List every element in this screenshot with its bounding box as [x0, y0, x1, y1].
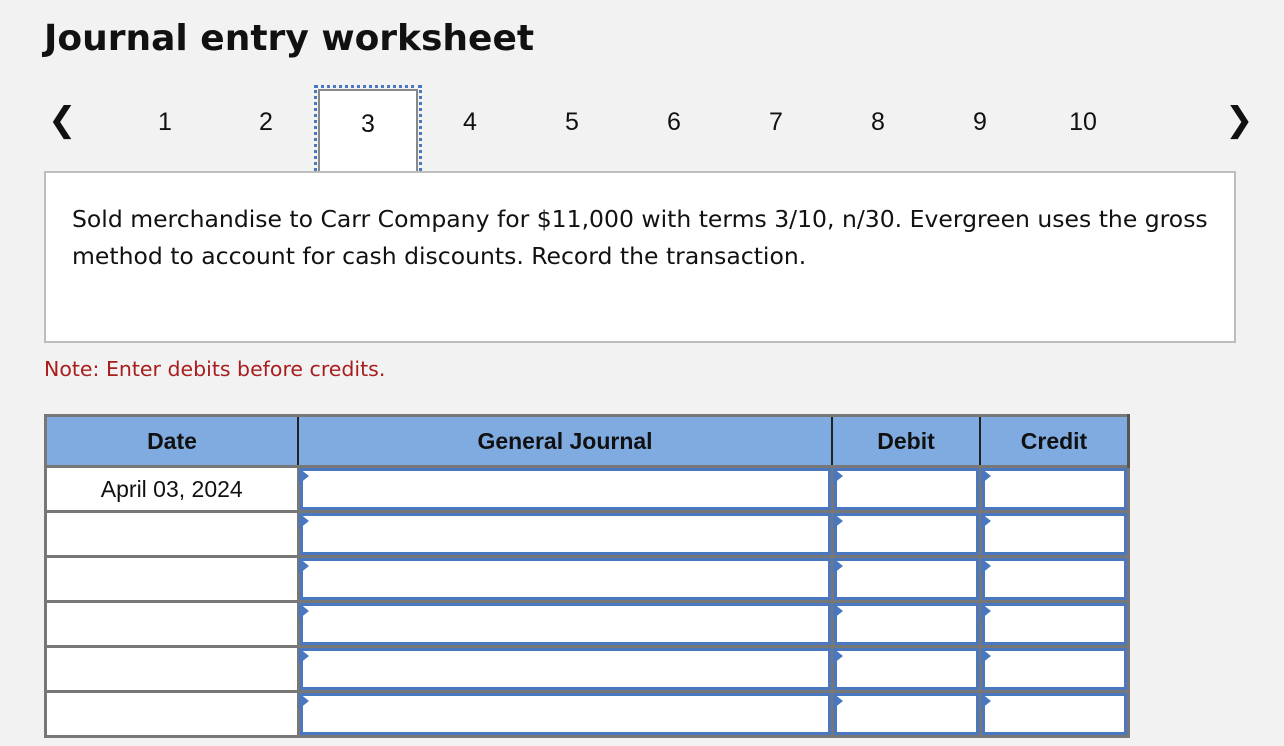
- dropdown-flag-icon: [832, 603, 843, 619]
- step-4[interactable]: 4: [450, 107, 490, 137]
- account-input[interactable]: [299, 513, 831, 555]
- dropdown-flag-icon: [832, 693, 843, 709]
- date-cell: April 03, 2024: [44, 465, 300, 513]
- date-cell: [44, 690, 300, 738]
- table-row: [44, 600, 1130, 648]
- credit-input[interactable]: [981, 468, 1127, 510]
- account-cell: [296, 645, 834, 693]
- credit-cell: [978, 465, 1130, 513]
- account-input[interactable]: [299, 693, 831, 735]
- chevron-left-icon[interactable]: ❮: [48, 103, 77, 137]
- account-cell: [296, 600, 834, 648]
- step-1[interactable]: 1: [145, 107, 185, 137]
- step-5[interactable]: 5: [552, 107, 592, 137]
- account-input[interactable]: [299, 603, 831, 645]
- debit-cell: [830, 600, 982, 648]
- account-cell: [296, 555, 834, 603]
- debit-cell: [830, 465, 982, 513]
- account-input[interactable]: [299, 558, 831, 600]
- note-text: Note: Enter debits before credits.: [44, 357, 386, 381]
- debit-input[interactable]: [833, 468, 979, 510]
- dropdown-flag-icon: [980, 648, 991, 664]
- dropdown-flag-icon: [832, 648, 843, 664]
- debit-input[interactable]: [833, 513, 979, 555]
- question-text: Sold merchandise to Carr Company for $11…: [44, 171, 1236, 343]
- credit-cell: [978, 600, 1130, 648]
- date-cell: [44, 600, 300, 648]
- table-header-row: Date General Journal Debit Credit: [44, 414, 1130, 468]
- header-debit: Debit: [831, 414, 981, 468]
- account-cell: [296, 465, 834, 513]
- debit-input[interactable]: [833, 693, 979, 735]
- debit-input[interactable]: [833, 603, 979, 645]
- debit-cell: [830, 645, 982, 693]
- debit-cell: [830, 510, 982, 558]
- date-cell: [44, 555, 300, 603]
- credit-input[interactable]: [981, 513, 1127, 555]
- account-cell: [296, 690, 834, 738]
- dropdown-flag-icon: [298, 558, 309, 574]
- date-cell: [44, 645, 300, 693]
- dropdown-flag-icon: [298, 693, 309, 709]
- dropdown-flag-icon: [980, 558, 991, 574]
- dropdown-flag-icon: [832, 468, 843, 484]
- debit-input[interactable]: [833, 558, 979, 600]
- dropdown-flag-icon: [298, 468, 309, 484]
- dropdown-flag-icon: [980, 603, 991, 619]
- dropdown-flag-icon: [832, 513, 843, 529]
- table-row: April 03, 2024: [44, 465, 1130, 513]
- step-7[interactable]: 7: [756, 107, 796, 137]
- credit-input[interactable]: [981, 603, 1127, 645]
- account-cell: [296, 510, 834, 558]
- credit-input[interactable]: [981, 693, 1127, 735]
- step-9[interactable]: 9: [960, 107, 1000, 137]
- step-2[interactable]: 2: [246, 107, 286, 137]
- credit-input[interactable]: [981, 558, 1127, 600]
- account-input[interactable]: [299, 468, 831, 510]
- dropdown-flag-icon: [298, 648, 309, 664]
- date-cell: [44, 510, 300, 558]
- dropdown-flag-icon: [980, 513, 991, 529]
- header-general-journal: General Journal: [297, 414, 833, 468]
- credit-cell: [978, 555, 1130, 603]
- dropdown-flag-icon: [298, 603, 309, 619]
- account-input[interactable]: [299, 648, 831, 690]
- page-title: Journal entry worksheet: [44, 18, 535, 59]
- debit-cell: [830, 690, 982, 738]
- step-10[interactable]: 10: [1063, 107, 1103, 137]
- table-row: [44, 690, 1130, 738]
- chevron-right-icon[interactable]: ❯: [1225, 103, 1254, 137]
- credit-cell: [978, 690, 1130, 738]
- dropdown-flag-icon: [980, 693, 991, 709]
- dropdown-flag-icon: [832, 558, 843, 574]
- debit-input[interactable]: [833, 648, 979, 690]
- journal-table: Date General Journal Debit Credit April …: [44, 414, 1130, 738]
- dropdown-flag-icon: [298, 513, 309, 529]
- table-row: [44, 510, 1130, 558]
- step-6[interactable]: 6: [654, 107, 694, 137]
- credit-cell: [978, 510, 1130, 558]
- credit-cell: [978, 645, 1130, 693]
- table-row: [44, 555, 1130, 603]
- header-credit: Credit: [979, 414, 1130, 468]
- dropdown-flag-icon: [980, 468, 991, 484]
- step-navigation: ❮ 1 2 3 4 5 6 7 8 9 10 ❯: [0, 85, 1284, 177]
- step-3-active[interactable]: 3: [314, 85, 422, 177]
- table-row: [44, 645, 1130, 693]
- step-8[interactable]: 8: [858, 107, 898, 137]
- debit-cell: [830, 555, 982, 603]
- credit-input[interactable]: [981, 648, 1127, 690]
- header-date: Date: [44, 414, 299, 468]
